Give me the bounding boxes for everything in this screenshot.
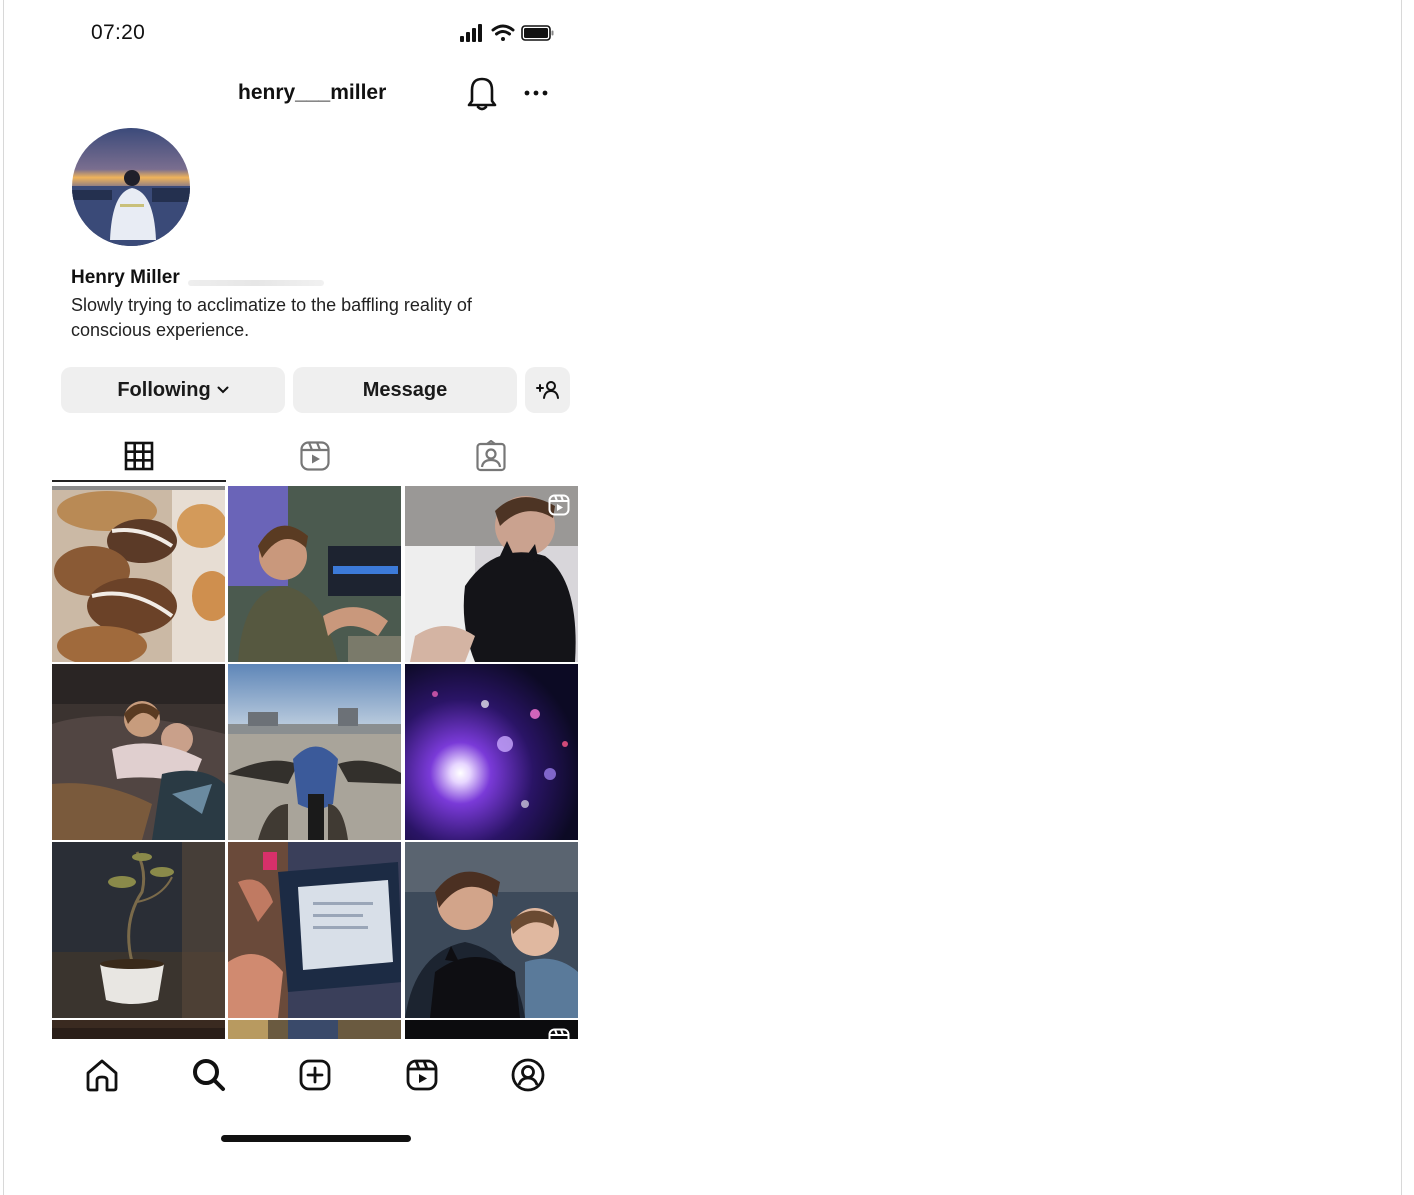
frame-border-right: [1401, 0, 1402, 1195]
reel-badge-icon: [548, 1028, 570, 1039]
profile-tabs: [52, 428, 578, 484]
reel-badge-icon: [548, 494, 570, 516]
create-icon: [299, 1059, 331, 1091]
post-thumbnail[interactable]: [405, 1020, 578, 1039]
message-label: Message: [362, 378, 448, 401]
post-thumbnail[interactable]: [228, 664, 401, 840]
avatar[interactable]: [72, 128, 190, 246]
nav-reels[interactable]: [400, 1053, 444, 1097]
post-image-purple-light-burst: [405, 664, 578, 840]
post-thumbnail[interactable]: [52, 1020, 225, 1039]
blurred-subtitle: [188, 280, 324, 286]
post-image-laptop: [228, 842, 401, 1018]
tab-posts[interactable]: [52, 428, 226, 484]
following-label: Following: [117, 378, 211, 401]
frame-border-left: [3, 0, 4, 1195]
status-time: 07:20: [91, 21, 146, 44]
profile-icon: [511, 1058, 545, 1092]
post-image-people-sleeping: [52, 664, 225, 840]
bottom-navigation: [52, 1039, 578, 1119]
search-icon: [193, 1059, 225, 1091]
tab-tagged[interactable]: [404, 428, 578, 484]
post-image-motorcycle: [228, 664, 401, 840]
suggested-people-button[interactable]: [525, 367, 570, 413]
wifi-icon: [491, 24, 515, 41]
post-image-bonsai-plant: [52, 842, 225, 1018]
bio-text: Slowly trying to acclimatize to the baff…: [71, 295, 472, 340]
post-thumbnail[interactable]: [52, 486, 225, 662]
home-icon: [86, 1059, 118, 1092]
post-thumbnail[interactable]: [228, 842, 401, 1018]
status-icons: [460, 24, 554, 42]
post-thumbnail[interactable]: [228, 1020, 401, 1039]
post-thumbnail[interactable]: [405, 664, 578, 840]
add-person-icon: [535, 381, 559, 399]
post-image-donuts: [52, 486, 225, 662]
post-image-partial: [52, 1020, 225, 1039]
post-thumbnail[interactable]: [405, 842, 578, 1018]
more-options-icon[interactable]: [520, 78, 552, 108]
nav-search[interactable]: [187, 1053, 231, 1097]
post-thumbnail[interactable]: [52, 664, 225, 840]
status-bar: 07:20: [52, 0, 578, 64]
bell-icon[interactable]: [464, 74, 500, 112]
phone-screen: 07:20 henry___miller Henry Miller Slowly…: [52, 0, 578, 1195]
signal-icon: [460, 24, 482, 42]
display-name: Henry Miller: [71, 267, 180, 288]
nav-profile[interactable]: [506, 1053, 550, 1097]
tagged-icon: [476, 440, 506, 472]
chevron-down-icon: [217, 386, 229, 394]
following-button[interactable]: Following: [61, 367, 285, 413]
post-thumbnail[interactable]: [228, 486, 401, 662]
profile-header: henry___miller: [52, 64, 578, 120]
message-button[interactable]: Message: [293, 367, 517, 413]
home-indicator[interactable]: [221, 1135, 411, 1142]
posts-grid: [52, 486, 578, 1039]
post-image-partial: [228, 1020, 401, 1039]
reels-icon: [300, 441, 330, 471]
active-tab-indicator: [52, 480, 226, 482]
nav-create[interactable]: [293, 1053, 337, 1097]
battery-icon: [521, 25, 554, 41]
post-thumbnail[interactable]: [405, 486, 578, 662]
username-title: henry___miller: [238, 81, 387, 104]
grid-icon: [124, 441, 154, 471]
post-thumbnail[interactable]: [52, 842, 225, 1018]
post-image-man-cat-and-baby: [405, 842, 578, 1018]
tab-reels[interactable]: [228, 428, 402, 484]
nav-home[interactable]: [80, 1053, 124, 1097]
post-image-man-in-studio: [228, 486, 401, 662]
reels-icon: [406, 1059, 438, 1091]
